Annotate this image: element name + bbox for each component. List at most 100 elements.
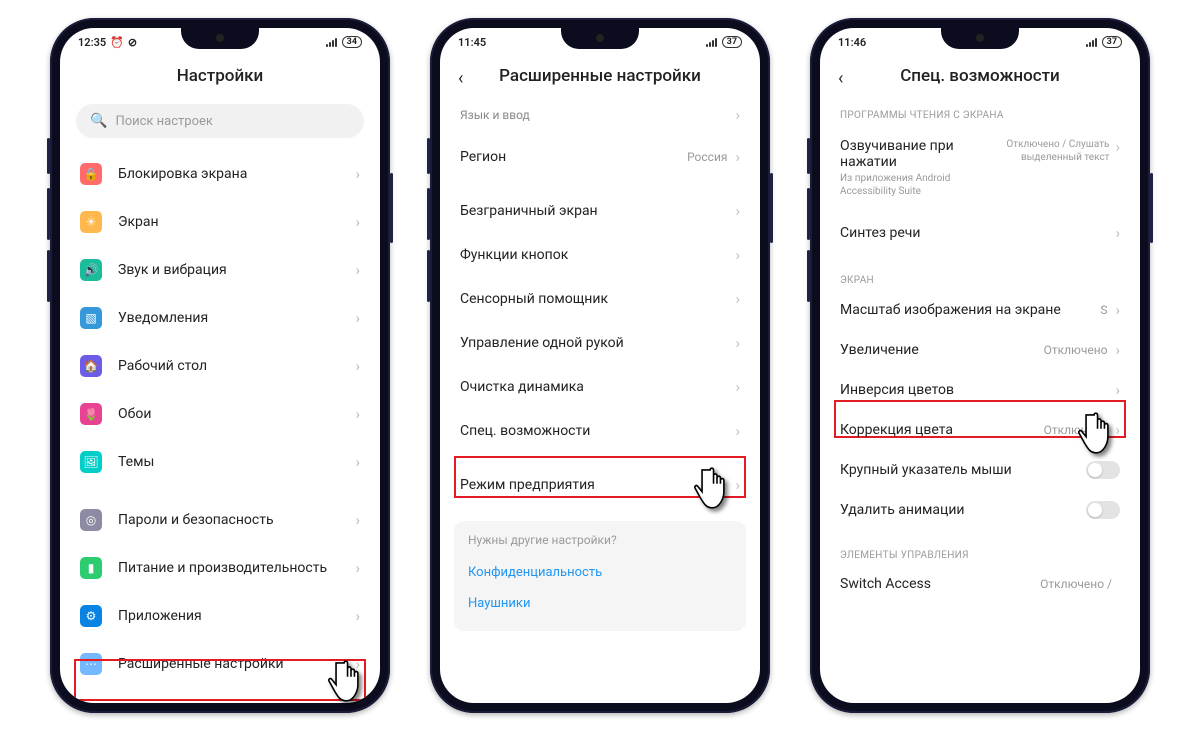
row-speaker-clean[interactable]: Очистка динамика›	[440, 365, 760, 409]
row-one-hand[interactable]: Управление одной рукой›	[440, 321, 760, 365]
cursor-hand-icon	[1078, 408, 1124, 464]
chevron-right-icon: ›	[735, 202, 740, 220]
page-title: Расширенные настройки	[456, 66, 744, 86]
row-power[interactable]: ▮Питание и производительность›	[60, 544, 380, 592]
phone-mockup-1: 12:35 ⏰ ⊘ 34 Настройки 🔍 Поиск настроек …	[50, 18, 390, 713]
status-time: 11:45	[458, 36, 486, 49]
row-touch-assistant[interactable]: Сенсорный помощник›	[440, 277, 760, 321]
row-magnification[interactable]: УвеличениеОтключено›	[820, 330, 1140, 370]
row-remove-animations[interactable]: Удалить анимации	[820, 490, 1140, 530]
row-wallpaper[interactable]: 🌷Обои›	[60, 390, 380, 438]
side-button	[390, 173, 393, 243]
row-fullscreen[interactable]: Безграничный экран›	[440, 189, 760, 233]
notification-icon: ▧	[80, 307, 102, 329]
battery-indicator: 37	[1102, 36, 1122, 48]
fingerprint-icon: ◎	[80, 509, 102, 531]
chevron-right-icon: ›	[735, 148, 740, 166]
chevron-right-icon: ›	[355, 607, 360, 625]
cursor-hand-icon	[328, 656, 374, 712]
chevron-right-icon: ›	[735, 378, 740, 396]
row-button-functions[interactable]: Функции кнопок›	[440, 233, 760, 277]
signal-icon	[706, 38, 717, 47]
phone-mockup-2: 11:45 37 ‹ Расширенные настройки Язык и …	[430, 18, 770, 713]
page-title: Настройки	[76, 66, 364, 86]
row-talkback[interactable]: Озвучивание при нажатии Из приложения An…	[820, 125, 1140, 211]
signal-icon	[1086, 38, 1097, 47]
row-region[interactable]: РегионРоссия›	[440, 135, 760, 179]
footer-question: Нужны другие настройки?	[468, 533, 732, 547]
row-tts[interactable]: Синтез речи›	[820, 211, 1140, 255]
search-icon: 🔍	[90, 113, 107, 129]
chevron-right-icon: ›	[1115, 381, 1120, 399]
row-display[interactable]: ☀Экран›	[60, 198, 380, 246]
section-display: ЭКРАН	[820, 265, 1140, 290]
battery-indicator: 34	[342, 36, 362, 48]
side-button	[47, 188, 50, 240]
chevron-right-icon: ›	[355, 357, 360, 375]
status-time: 11:46	[838, 36, 866, 49]
battery-icon: ▮	[80, 557, 102, 579]
chevron-right-icon: ›	[735, 334, 740, 352]
more-icon: ⋯	[80, 653, 102, 675]
back-button[interactable]: ‹	[458, 68, 463, 89]
row-notifications[interactable]: ▧Уведомления›	[60, 294, 380, 342]
apps-icon: ⚙	[80, 605, 102, 627]
row-lockscreen[interactable]: 🔒Блокировка экрана›	[60, 150, 380, 198]
side-button	[770, 173, 773, 243]
chevron-right-icon: ›	[1115, 224, 1120, 242]
side-button	[807, 138, 810, 174]
battery-indicator: 37	[722, 36, 742, 48]
chevron-right-icon: ›	[355, 559, 360, 577]
section-controls: ЭЛЕМЕНТЫ УПРАВЛЕНИЯ	[820, 540, 1140, 565]
sound-icon: 🔊	[80, 259, 102, 281]
row-language-input[interactable]: Язык и ввод›	[440, 100, 760, 135]
chevron-right-icon: ›	[735, 246, 740, 264]
chevron-right-icon: ›	[355, 453, 360, 471]
row-accessibility[interactable]: Спец. возможности›	[440, 409, 760, 453]
cursor-hand-icon	[694, 463, 740, 519]
alarm-icon: ⏰	[110, 36, 124, 49]
chevron-right-icon: ›	[355, 309, 360, 327]
footer-suggestions: Нужны другие настройки? Конфиденциальнос…	[454, 521, 746, 631]
side-button	[47, 138, 50, 174]
mute-icon: ⊘	[128, 36, 137, 49]
row-sound[interactable]: 🔊Звук и вибрация›	[60, 246, 380, 294]
row-security[interactable]: ◎Пароли и безопасность›	[60, 496, 380, 544]
toggle-switch[interactable]	[1086, 501, 1120, 519]
chevron-right-icon: ›	[355, 405, 360, 423]
search-input[interactable]: 🔍 Поиск настроек	[76, 104, 364, 138]
chevron-right-icon: ›	[735, 106, 740, 124]
row-themes[interactable]: 🖼Темы›	[60, 438, 380, 486]
chevron-right-icon: ›	[735, 422, 740, 440]
chevron-right-icon: ›	[355, 165, 360, 183]
side-button	[807, 250, 810, 302]
row-color-inversion[interactable]: Инверсия цветов›	[820, 370, 1140, 410]
sun-icon: ☀	[80, 211, 102, 233]
chevron-right-icon: ›	[1115, 341, 1120, 359]
home-icon: 🏠	[80, 355, 102, 377]
page-header: ‹ Расширенные настройки	[440, 56, 760, 100]
row-home[interactable]: 🏠Рабочий стол›	[60, 342, 380, 390]
row-switch-access[interactable]: Switch AccessОтключено /	[820, 565, 1140, 596]
signal-icon	[326, 38, 337, 47]
search-placeholder: Поиск настроек	[115, 114, 213, 129]
link-privacy[interactable]: Конфиденциальность	[468, 557, 732, 588]
phone-notch	[181, 28, 259, 49]
chevron-right-icon: ›	[1115, 138, 1120, 156]
side-button	[427, 188, 430, 240]
side-button	[807, 188, 810, 240]
side-button	[427, 138, 430, 174]
link-headphones[interactable]: Наушники	[468, 588, 732, 619]
side-button	[47, 250, 50, 302]
page-title: Спец. возможности	[836, 66, 1124, 86]
side-button	[1150, 173, 1153, 243]
themes-icon: 🖼	[80, 451, 102, 473]
section-screenreader: ПРОГРАММЫ ЧТЕНИЯ С ЭКРАНА	[820, 100, 1140, 125]
row-apps[interactable]: ⚙Приложения›	[60, 592, 380, 640]
status-time: 12:35	[78, 36, 106, 49]
page-header: Настройки	[60, 56, 380, 100]
row-display-scale[interactable]: Масштаб изображения на экранеS›	[820, 290, 1140, 330]
page-header: ‹ Спец. возможности	[820, 56, 1140, 100]
back-button[interactable]: ‹	[838, 68, 843, 89]
phone-notch	[561, 28, 639, 49]
